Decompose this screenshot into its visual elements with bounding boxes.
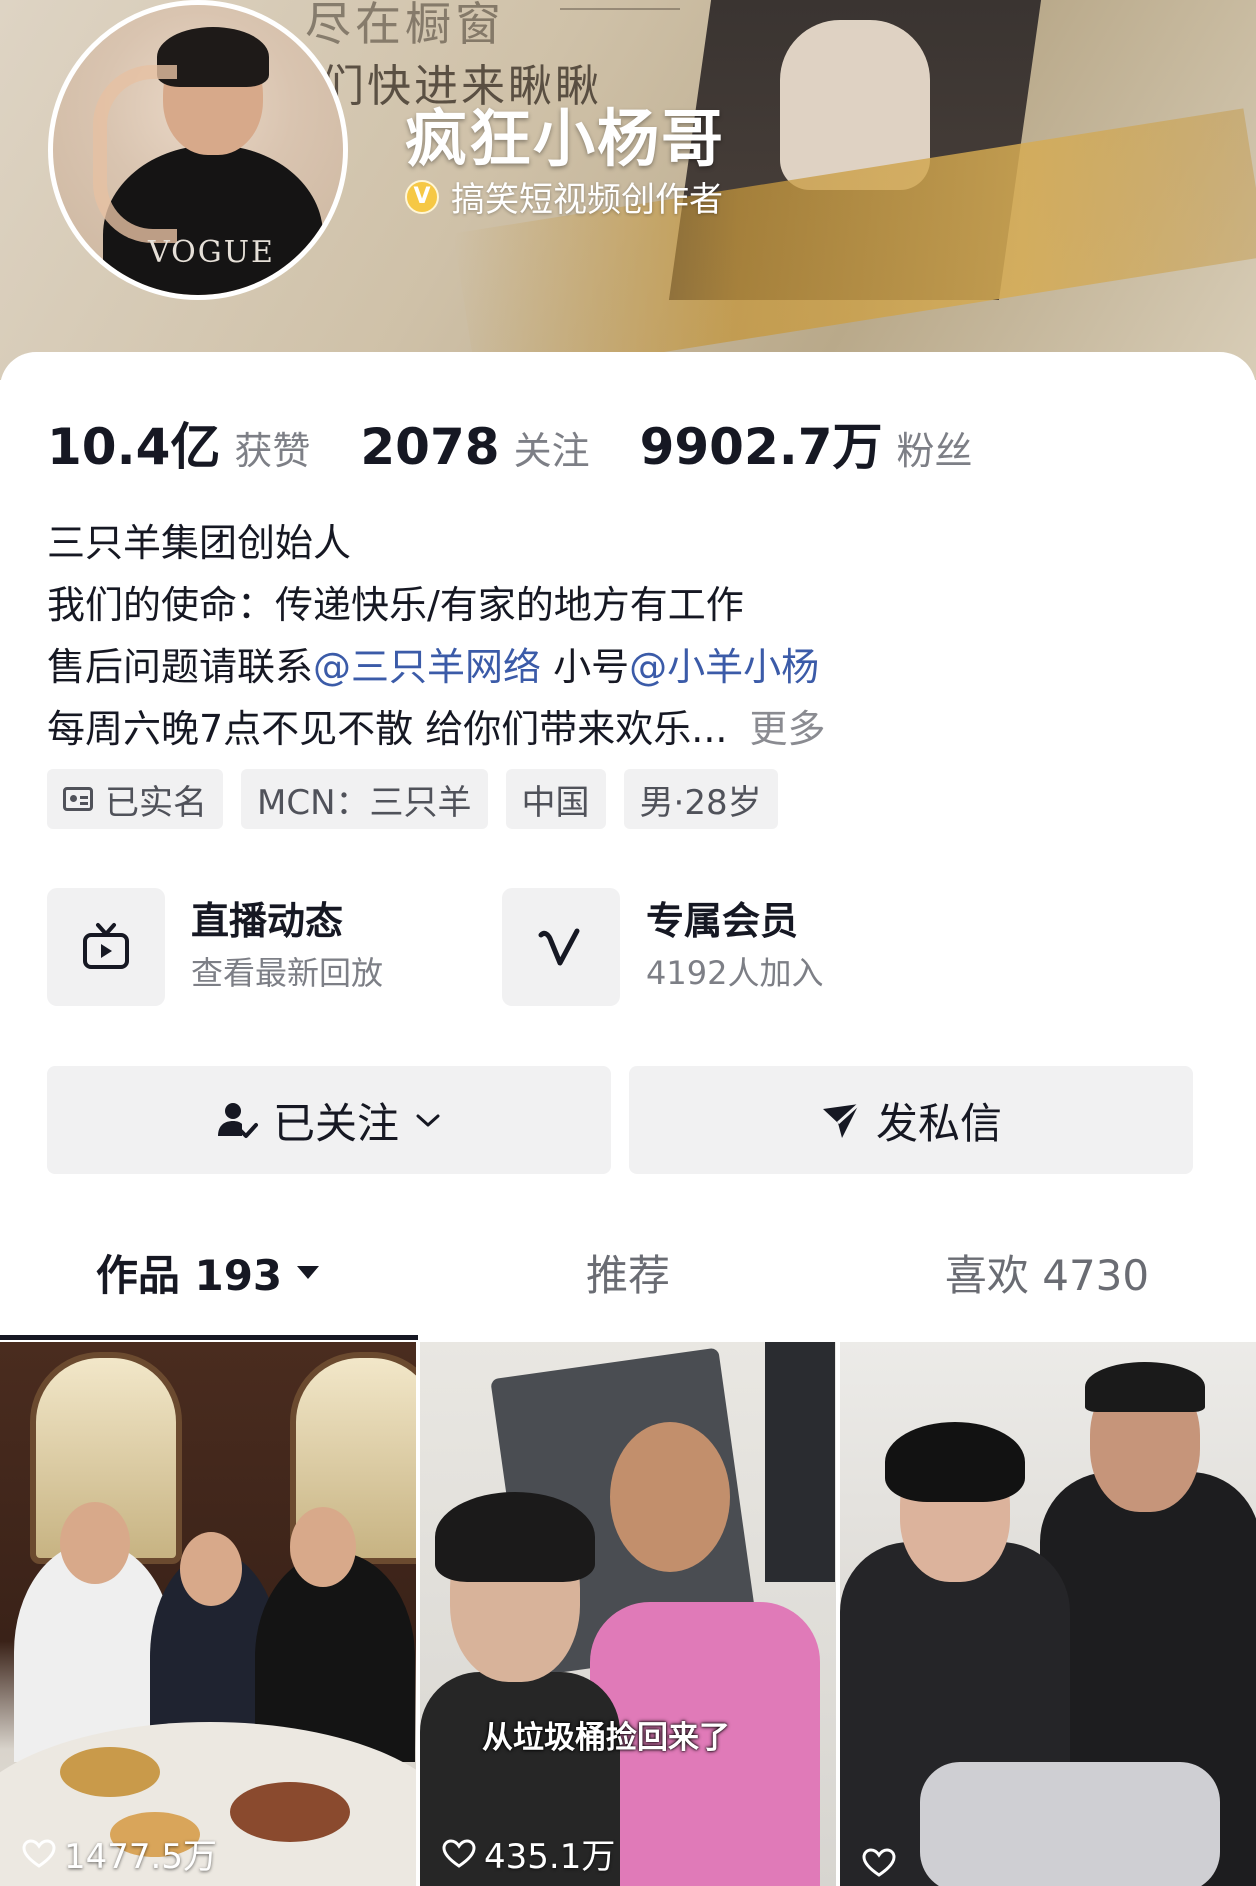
like-count: 1477.5万 bbox=[64, 1837, 217, 1877]
heart-icon bbox=[862, 1848, 896, 1877]
bio-text: 每周六晚7点不见不散 给你们带来欢乐... bbox=[47, 707, 728, 751]
followed-button[interactable]: 已关注 bbox=[47, 1066, 611, 1174]
tab-liked[interactable]: 喜欢 4730 bbox=[838, 1222, 1256, 1322]
content-tabs: 作品 193 推荐 喜欢 4730 bbox=[0, 1222, 1256, 1336]
bio-more-link[interactable]: 更多 bbox=[750, 707, 826, 751]
avatar-hand-heart bbox=[93, 65, 177, 243]
send-icon bbox=[822, 1102, 860, 1138]
food-dish bbox=[230, 1782, 350, 1842]
avatar-shirt-print: VOGUE bbox=[148, 235, 275, 270]
tag-label: 男·28岁 bbox=[639, 782, 762, 823]
active-tab-indicator bbox=[0, 1335, 418, 1340]
profile-banner: 尽在橱窗 们快进来瞅瞅 VOGUE 疯狂小杨哥 V 搞笑短视频创作者 bbox=[0, 0, 1256, 380]
video-grid: 1477.5万 从垃圾桶捡回来了 435.1万 bbox=[0, 1342, 1256, 1886]
feature-exclusive-membership[interactable]: 专属会员 4192人加入 bbox=[502, 888, 823, 1006]
tag-label: 已实名 bbox=[105, 782, 207, 823]
stat-value: 9902.7万 bbox=[639, 418, 883, 476]
chevron-down-icon bbox=[416, 1114, 440, 1127]
bio-text: 小号 bbox=[541, 645, 630, 689]
profile-stats: 10.4亿 获赞 2078 关注 9902.7万 粉丝 bbox=[47, 407, 1023, 479]
person-hair bbox=[435, 1492, 595, 1582]
video-thumbnail[interactable]: 从垃圾桶捡回来了 435.1万 bbox=[420, 1342, 836, 1886]
id-card-icon bbox=[63, 787, 93, 811]
stat-likes[interactable]: 10.4亿 获赞 bbox=[47, 407, 310, 479]
tab-label: 喜欢 4730 bbox=[944, 1250, 1150, 1300]
feature-live-updates[interactable]: 直播动态 查看最新回放 bbox=[47, 888, 383, 1006]
tag-gender-age[interactable]: 男·28岁 bbox=[623, 769, 778, 829]
banner-divider bbox=[560, 8, 680, 10]
profile-bio: 三只羊集团创始人 我们的使命：传递快乐/有家的地方有工作 售后问题请联系@三只羊… bbox=[47, 512, 826, 760]
tv-icon bbox=[47, 888, 165, 1006]
bio-line: 每周六晚7点不见不散 给你们带来欢乐... 更多 bbox=[47, 698, 826, 760]
bio-text: 售后问题请联系 bbox=[47, 645, 314, 689]
feature-title: 专属会员 bbox=[646, 899, 799, 943]
verified-creator-badge[interactable]: V 搞笑短视频创作者 bbox=[405, 172, 723, 221]
mention-link-xiaoyang[interactable]: @小羊小杨 bbox=[629, 645, 819, 689]
person-face bbox=[610, 1422, 730, 1572]
stat-label: 粉丝 bbox=[896, 429, 973, 473]
video-caption: 从垃圾桶捡回来了 bbox=[482, 1720, 730, 1756]
video-thumbnail[interactable] bbox=[840, 1342, 1256, 1886]
caret-down-icon bbox=[297, 1266, 320, 1279]
heart-icon bbox=[22, 1838, 56, 1868]
profile-tags: 已实名 MCN：三只羊 中国 男·28岁 bbox=[47, 769, 796, 829]
tag-region[interactable]: 中国 bbox=[505, 769, 606, 829]
like-count: 435.1万 bbox=[484, 1837, 616, 1877]
tag-mcn[interactable]: MCN：三只羊 bbox=[241, 769, 488, 829]
tag-real-name[interactable]: 已实名 bbox=[47, 769, 223, 829]
tag-label: MCN：三只羊 bbox=[257, 782, 472, 823]
person-face bbox=[180, 1532, 242, 1606]
heart-icon bbox=[442, 1838, 476, 1868]
user-check-icon bbox=[217, 1103, 258, 1138]
verified-label: 搞笑短视频创作者 bbox=[451, 180, 723, 220]
tab-recommended[interactable]: 推荐 bbox=[418, 1222, 838, 1322]
tag-label: 中国 bbox=[521, 782, 590, 823]
video-like-count: 1477.5万 bbox=[22, 1829, 217, 1878]
profile-name: 疯狂小杨哥 bbox=[405, 102, 726, 175]
tab-works[interactable]: 作品 193 bbox=[0, 1222, 418, 1322]
person-face bbox=[60, 1502, 130, 1584]
video-like-count: 435.1万 bbox=[442, 1829, 615, 1878]
send-message-button[interactable]: 发私信 bbox=[629, 1066, 1193, 1174]
feature-text: 直播动态 查看最新回放 bbox=[191, 895, 383, 999]
mention-link-sanzhiyang[interactable]: @三只羊网络 bbox=[313, 645, 541, 689]
food-dish bbox=[60, 1747, 160, 1797]
bio-line: 我们的使命：传递快乐/有家的地方有工作 bbox=[47, 583, 744, 627]
banner-text-line1: 尽在橱窗 bbox=[305, 0, 505, 51]
avatar[interactable]: VOGUE bbox=[48, 0, 348, 300]
stat-followers[interactable]: 9902.7万 粉丝 bbox=[640, 407, 973, 479]
person-hair bbox=[1085, 1362, 1205, 1412]
stat-label: 获赞 bbox=[234, 429, 311, 473]
bio-line: 三只羊集团创始人 bbox=[47, 521, 352, 565]
person-face bbox=[290, 1507, 356, 1587]
stat-label: 关注 bbox=[513, 429, 590, 473]
video-thumbnail[interactable]: 1477.5万 bbox=[0, 1342, 416, 1886]
stat-following[interactable]: 2078 关注 bbox=[360, 418, 589, 476]
stat-value: 2078 bbox=[360, 418, 500, 476]
person-hair bbox=[885, 1422, 1025, 1502]
feature-title: 直播动态 bbox=[191, 899, 344, 943]
tab-label: 推荐 bbox=[585, 1250, 670, 1300]
tab-label: 作品 193 bbox=[95, 1250, 283, 1300]
feature-subtitle: 查看最新回放 bbox=[191, 954, 384, 992]
followed-button-label: 已关注 bbox=[272, 1098, 399, 1148]
v-icon bbox=[502, 888, 620, 1006]
stat-value: 10.4亿 bbox=[47, 418, 221, 476]
feature-subtitle: 4192人加入 bbox=[646, 954, 824, 992]
bio-line: 售后问题请联系@三只羊网络 小号@小羊小杨 bbox=[47, 636, 826, 698]
feature-text: 专属会员 4192人加入 bbox=[646, 895, 823, 999]
send-message-label: 发私信 bbox=[875, 1098, 1002, 1148]
video-like-count bbox=[862, 1848, 904, 1878]
verified-v-icon: V bbox=[405, 179, 439, 214]
monitor bbox=[765, 1342, 835, 1582]
person-grey-pants bbox=[920, 1762, 1220, 1886]
